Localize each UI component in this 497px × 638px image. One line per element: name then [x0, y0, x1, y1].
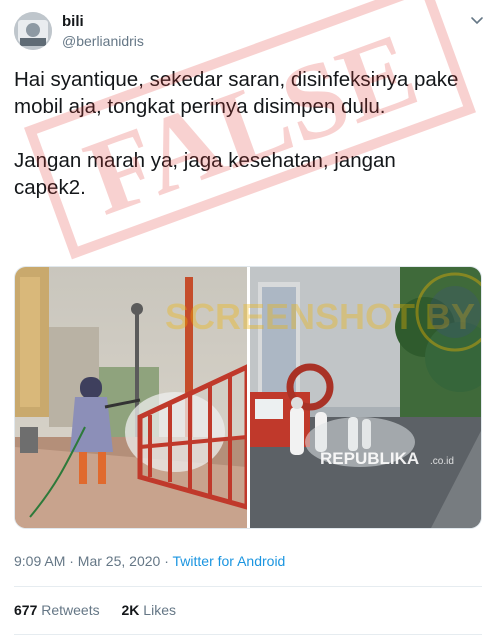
avatar[interactable]: [14, 12, 52, 50]
retweets-count: 677: [14, 602, 38, 618]
tweet-paragraph-2: Jangan marah ya, jaga kesehatan, jangan …: [14, 149, 396, 199]
display-name[interactable]: bili: [62, 13, 84, 30]
likes-label: Likes: [143, 602, 176, 618]
tweet-paragraph-1: Hai syantique, sekedar saran, disinfeksi…: [14, 68, 459, 118]
media-grid: REPUBLIKA .co.id SCREENSHOT BY: [14, 266, 482, 529]
divider: [14, 586, 482, 587]
chevron-down-icon[interactable]: [469, 12, 485, 28]
tweet-stats: 677 Retweets 2K Likes: [14, 602, 194, 618]
tweet-timestamp[interactable]: 9:09 AM · Mar 25, 2020: [14, 553, 160, 569]
tweet-source-link[interactable]: Twitter for Android: [173, 553, 286, 569]
likes-stat[interactable]: 2K Likes: [122, 602, 176, 618]
tweet-text: Hai syantique, sekedar saran, disinfeksi…: [14, 66, 469, 228]
avatar-image: [14, 12, 52, 50]
screenshot-watermark: SCREENSHOT BY: [165, 272, 481, 352]
likes-count: 2K: [121, 602, 140, 618]
meta-separator: ·: [160, 553, 173, 569]
divider-bottom: [14, 634, 482, 635]
user-handle[interactable]: @berlianidris: [62, 33, 144, 49]
watermark-text: SCREENSHOT BY: [165, 296, 475, 337]
retweets-stat[interactable]: 677 Retweets: [14, 602, 100, 618]
retweets-label: Retweets: [41, 602, 100, 618]
tweet-meta: 9:09 AM · Mar 25, 2020 · Twitter for And…: [14, 553, 285, 569]
